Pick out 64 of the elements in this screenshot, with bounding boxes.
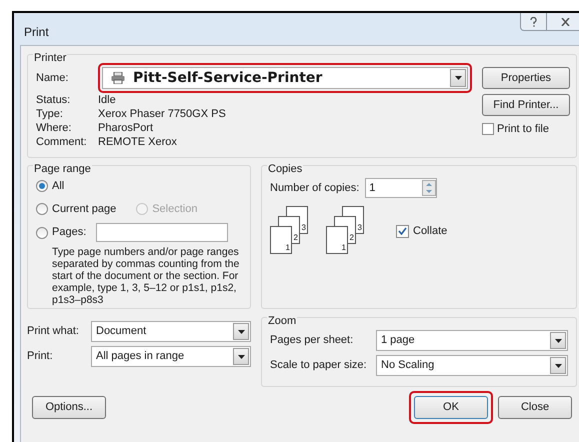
group-label: Printer xyxy=(33,52,68,64)
dropdown-button[interactable] xyxy=(233,348,249,365)
radio-button[interactable] xyxy=(36,180,48,192)
caret-icon xyxy=(554,338,562,342)
field-value: Xerox Phaser 7750GX PS xyxy=(98,107,226,121)
printer-icon xyxy=(111,72,125,84)
checkbox-label: Collate xyxy=(413,224,448,239)
field-label: Comment: xyxy=(36,135,88,149)
checkbox[interactable] xyxy=(396,224,409,238)
close-icon xyxy=(560,18,570,26)
caret-icon xyxy=(238,330,244,334)
field-value: Idle xyxy=(98,93,116,107)
radio-button[interactable] xyxy=(36,226,48,238)
radio-label: All xyxy=(52,179,64,194)
dropdown[interactable]: All pages in range xyxy=(91,346,251,367)
field-label: Status: xyxy=(36,93,72,107)
dropdown-button[interactable] xyxy=(550,357,566,374)
field-label: Where: xyxy=(36,121,72,135)
field-value: REMOTE Xerox xyxy=(98,135,177,149)
window-title: Print xyxy=(24,24,49,41)
dropdown[interactable]: Document xyxy=(91,321,251,342)
caret-icon xyxy=(454,76,462,80)
group-label: Page range xyxy=(33,163,92,175)
dropdown-button[interactable] xyxy=(233,323,249,340)
page-number: 2 xyxy=(294,233,298,243)
copies-spinner[interactable]: 1 xyxy=(365,178,438,198)
dropdown-button[interactable] xyxy=(450,69,466,87)
radio-label: Current page xyxy=(52,202,116,216)
spin-arrows-icon xyxy=(422,180,436,196)
radio-label: Selection xyxy=(152,202,198,216)
dialog-button[interactable]: Find Printer... xyxy=(482,94,570,116)
field-label: Scale to paper size: xyxy=(270,358,368,374)
page-number: 2 xyxy=(350,233,354,243)
dialog-button[interactable]: Close xyxy=(498,396,572,419)
field-label: Number of copies: xyxy=(270,180,360,196)
printer-select[interactable]: Pitt-Self-Service-Printer xyxy=(102,67,468,89)
help-icon xyxy=(530,16,537,26)
dropdown[interactable]: No Scaling xyxy=(376,355,568,376)
radio-label: Pages: xyxy=(52,225,86,240)
help-text: Type page numbers and/or page ranges separated by commas counting from the start of the document or the section. For example, type 1, 3, 5–12 or p1s1, p1s2, p1s3–p8s3 xyxy=(51,246,240,306)
caret-icon xyxy=(238,354,244,358)
dropdown[interactable]: 1 page xyxy=(376,330,568,351)
checkbox-label: Print to file xyxy=(497,122,549,137)
dialog-button[interactable]: Properties xyxy=(482,67,570,89)
group-label: Zoom xyxy=(267,315,298,327)
dropdown-button[interactable] xyxy=(550,332,566,349)
radio-button[interactable] xyxy=(36,202,48,215)
pages-input[interactable] xyxy=(96,223,228,242)
page-number: 1 xyxy=(286,243,290,253)
check-icon xyxy=(398,227,407,235)
page-number: 1 xyxy=(342,243,346,253)
field-label: Pages per sheet: xyxy=(270,333,354,348)
dialog-button[interactable]: Options... xyxy=(32,396,106,419)
dialog-button[interactable]: OK xyxy=(414,396,488,419)
page-number: 3 xyxy=(302,223,306,233)
field-label: Name: xyxy=(36,70,70,86)
page-number: 3 xyxy=(358,223,362,233)
field-label: Print: xyxy=(27,349,54,364)
checkbox[interactable] xyxy=(482,123,494,136)
caret-icon xyxy=(554,364,562,368)
field-value: PharosPort xyxy=(98,121,154,135)
field-label: Type: xyxy=(36,107,64,121)
group-label: Copies xyxy=(267,163,304,175)
field-label: Print what: xyxy=(27,324,80,340)
